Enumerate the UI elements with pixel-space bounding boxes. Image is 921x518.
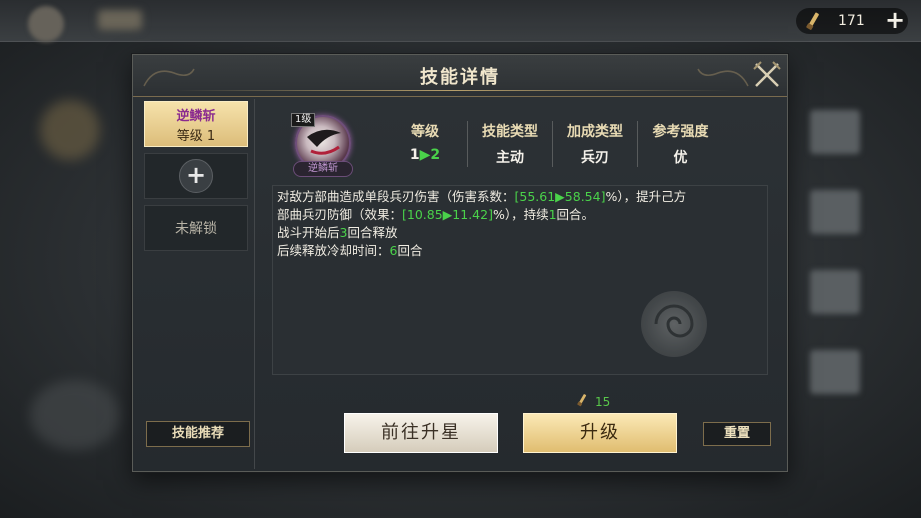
dialog-title: 技能详情 [420, 67, 500, 88]
stat-value: 优 [673, 150, 688, 166]
description-line: 部曲兵刃防御（效果：[10.85▶11.42]%），持续1回合。 [277, 207, 595, 222]
locked-label: 未解锁 [175, 221, 217, 237]
skill-slot-add[interactable]: + [144, 153, 248, 199]
stat-skill-type: 技能类型 主动 [468, 121, 554, 167]
skill-slot-name: 逆鳞斩 [176, 108, 216, 124]
level-from: 1 [409, 147, 420, 163]
stat-value: 1▶2 [383, 147, 467, 163]
stat-label: 等级 [411, 124, 439, 140]
reset-button[interactable]: 重置 [703, 422, 771, 446]
stat-label: 加成类型 [567, 124, 624, 140]
skill-icon-container: 1级 逆鳞斩 [291, 113, 353, 179]
upgrade-cost: 15 [575, 392, 610, 411]
skill-slot-locked[interactable]: 未解锁 [144, 205, 248, 251]
crossed-blades-close-icon [753, 61, 781, 87]
brush-scroll-icon [575, 392, 589, 411]
skill-slot-active[interactable]: 逆鳞斩 等级 1 [144, 101, 248, 147]
description-line: 对敌方部曲造成单段兵刃伤害（伤害系数：[55.61▶58.54]%），提升己方 [277, 189, 687, 204]
cost-value: 15 [595, 394, 611, 409]
resource-counter: 171 + [796, 8, 908, 34]
dialog-header: 技能详情 [133, 55, 787, 97]
background-right-column [800, 110, 921, 440]
plus-icon: + [179, 159, 213, 193]
background-blob [30, 380, 120, 450]
background-blob [40, 100, 100, 160]
arrow-right-icon: ▶ [419, 147, 431, 163]
description-line: 后续释放冷却时间：6回合 [277, 243, 423, 258]
background-avatar [28, 6, 64, 42]
close-button[interactable] [751, 59, 783, 91]
stat-label: 技能类型 [482, 124, 539, 140]
skill-recommend-button[interactable]: 技能推荐 [146, 421, 250, 447]
stat-label: 参考强度 [652, 124, 709, 140]
stat-value: 兵刃 [581, 150, 610, 166]
skill-icon-name: 逆鳞斩 [293, 161, 353, 177]
skill-stats: 等级 1▶2 技能类型 主动 加成类型 兵刃 参考强度 优 [383, 121, 723, 167]
add-resource-button[interactable]: + [882, 8, 908, 34]
swirl-watermark-icon [641, 291, 707, 357]
stat-value: 主动 [496, 150, 525, 166]
stat-reference-strength: 参考强度 优 [638, 121, 723, 167]
stat-level: 等级 1▶2 [383, 121, 469, 167]
brush-scroll-icon [802, 10, 824, 32]
skill-slot-column: 逆鳞斩 等级 1 + 未解锁 技能推荐 [141, 99, 255, 469]
header-divider [173, 90, 733, 91]
skill-level-badge: 1级 [291, 113, 316, 127]
background-label [98, 10, 142, 30]
level-to: 2 [430, 147, 441, 163]
stat-bonus-type: 加成类型 兵刃 [553, 121, 639, 167]
skill-slot-level: 等级 1 [176, 128, 216, 144]
resource-value: 171 [838, 13, 865, 29]
upgrade-button[interactable]: 升级 [523, 413, 677, 453]
skill-detail-dialog: 技能详情 逆鳞斩 等级 1 + 未解锁 技能推荐 1级 逆鳞斩 等级 1▶2 技… [132, 54, 788, 472]
description-line: 战斗开始后3回合释放 [277, 225, 398, 240]
go-star-up-button[interactable]: 前往升星 [344, 413, 498, 453]
